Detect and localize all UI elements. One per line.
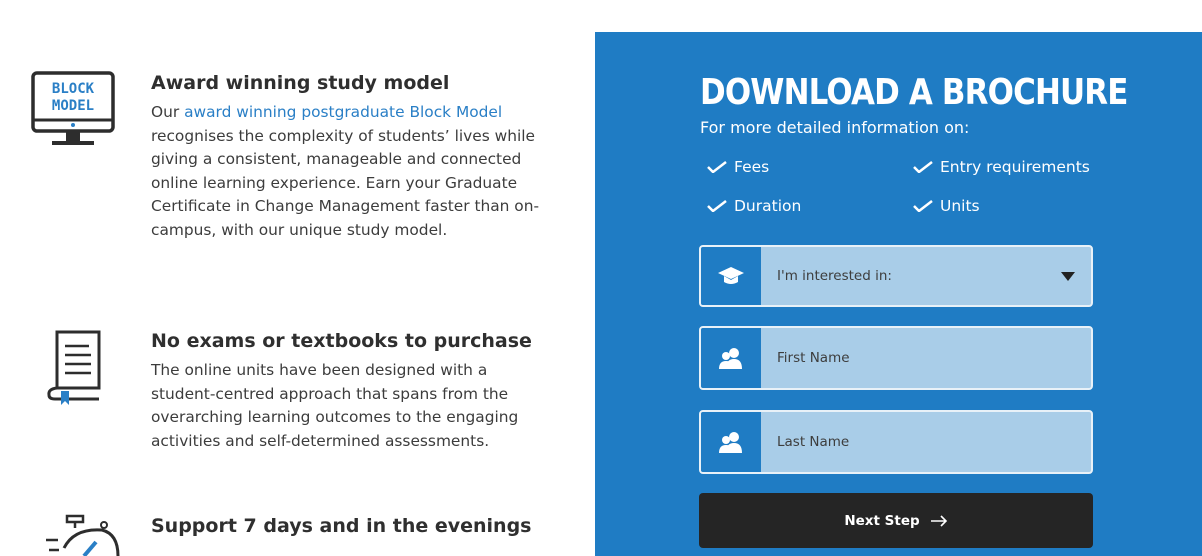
first-name-field[interactable]: First Name [699, 326, 1093, 390]
check-label: Units [940, 197, 980, 215]
check-entry-requirements: Entry requirements [913, 158, 1090, 176]
first-name-placeholder: First Name [777, 350, 850, 366]
stopwatch-icon [44, 512, 124, 556]
check-fees: Fees [707, 158, 769, 176]
brochure-heading: DOWNLOAD A BROCHURE [700, 72, 1128, 113]
feature-body: The online units have been designed with… [151, 361, 519, 450]
brochure-panel: DOWNLOAD A BROCHURE For more detailed in… [595, 32, 1202, 556]
block-model-monitor-icon: BLOCK MODEL [30, 70, 118, 154]
last-name-field[interactable]: Last Name [699, 410, 1093, 474]
check-units: Units [913, 197, 980, 215]
check-label: Fees [734, 158, 770, 176]
feature-no-exams: No exams or textbooks to purchase The on… [0, 325, 580, 465]
check-icon [913, 200, 933, 212]
last-name-placeholder: Last Name [777, 434, 850, 450]
check-duration: Duration [707, 197, 801, 215]
users-icon [701, 412, 761, 472]
brochure-subheading: For more detailed information on: [700, 118, 970, 137]
arrow-right-icon [930, 514, 947, 527]
interest-select[interactable]: I'm interested in: [699, 245, 1093, 307]
block-model-link[interactable]: award winning postgraduate Block Model [184, 103, 502, 121]
book-icon [45, 329, 105, 413]
check-icon [707, 200, 727, 212]
users-icon [701, 328, 761, 388]
check-icon [707, 161, 727, 173]
feature-study-model: BLOCK MODEL Award winning study model Ou… [0, 68, 580, 278]
chevron-down-icon [1061, 271, 1075, 281]
graduation-cap-icon [701, 247, 761, 305]
check-icon [913, 161, 933, 173]
next-step-button[interactable]: Next Step [699, 493, 1093, 548]
feature-support: Support 7 days and in the evenings [0, 510, 580, 556]
feature-title: No exams or textbooks to purchase [151, 330, 532, 352]
feature-body: Our award winning postgraduate Block Mod… [151, 103, 540, 239]
next-step-label: Next Step [844, 512, 920, 529]
block-label: BLOCK [52, 81, 95, 97]
feature-title: Award winning study model [151, 72, 450, 94]
check-label: Duration [734, 197, 802, 215]
check-label: Entry requirements [940, 158, 1090, 176]
feature-title: Support 7 days and in the evenings [151, 515, 532, 537]
model-label: MODEL [52, 98, 94, 114]
interest-select-label: I'm interested in: [777, 268, 892, 284]
